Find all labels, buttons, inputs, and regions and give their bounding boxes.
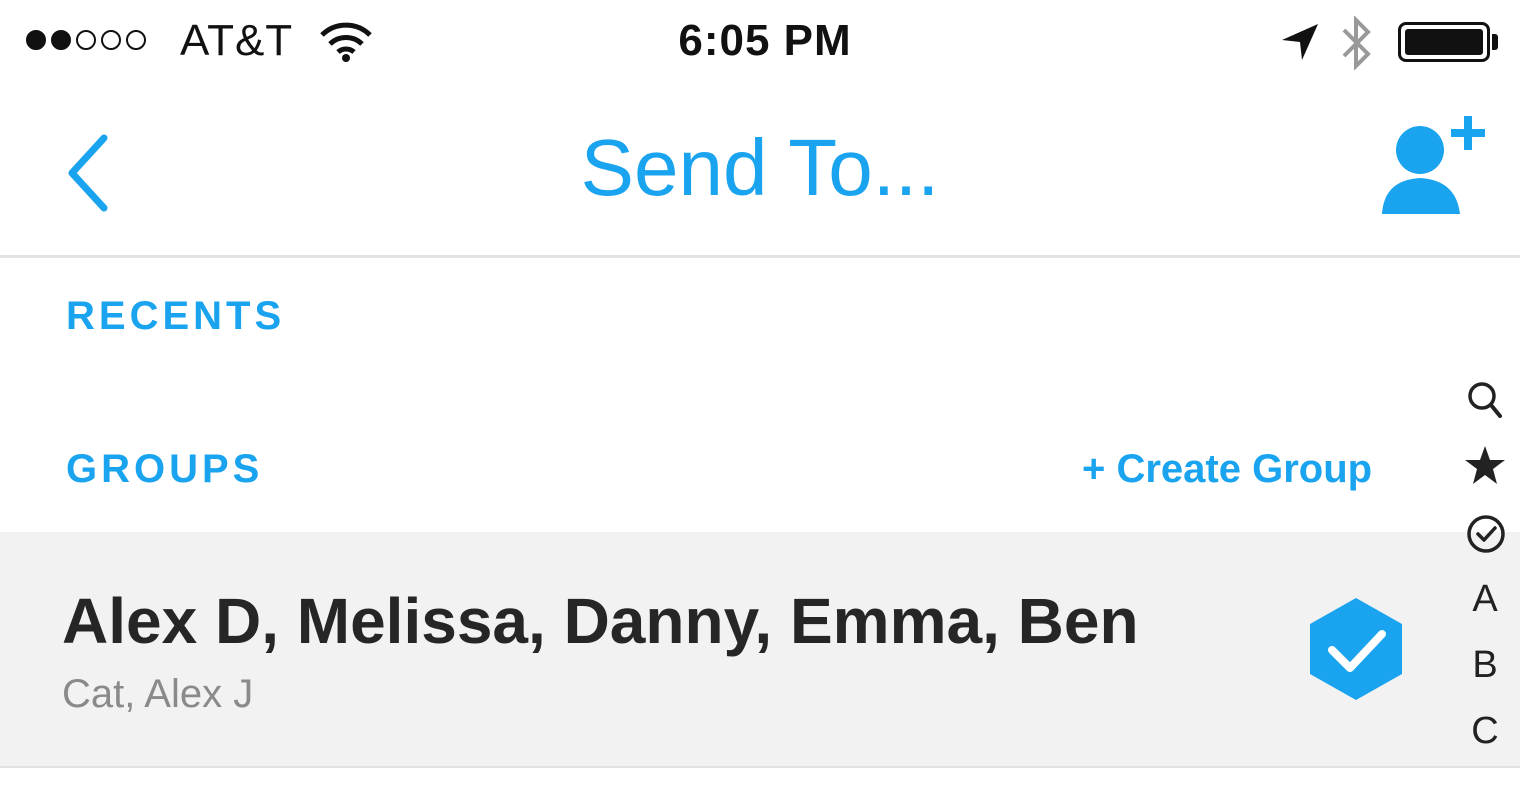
selected-check-icon[interactable] (1302, 594, 1410, 704)
group-more-members: Cat, Alex J (62, 672, 254, 716)
star-icon[interactable] (1450, 442, 1520, 490)
nav-bar: Send To... (0, 84, 1520, 258)
send-to-screen: AT&T 6:05 PM Send To... RECENTS GROUPS +… (0, 0, 1520, 788)
index-letter-b[interactable]: B (1450, 644, 1520, 687)
bluetooth-icon (1342, 16, 1371, 70)
index-letter-a[interactable]: A (1450, 578, 1520, 621)
recents-header: RECENTS (66, 294, 286, 338)
index-letter-c[interactable]: C (1450, 710, 1520, 753)
group-list-item[interactable]: Alex D, Melissa, Danny, Emma, Ben Cat, A… (0, 532, 1520, 768)
create-group-button[interactable]: + Create Group (1082, 447, 1372, 492)
location-arrow-icon (1282, 24, 1318, 60)
battery-tip (1492, 34, 1498, 50)
check-circle-icon[interactable] (1450, 510, 1520, 558)
group-member-names: Alex D, Melissa, Danny, Emma, Ben (62, 585, 1139, 657)
add-friend-icon[interactable] (1372, 114, 1492, 218)
search-icon[interactable] (1450, 372, 1520, 428)
index-bar[interactable]: A B C (1450, 372, 1520, 788)
next-list-item[interactable] (0, 770, 1520, 788)
status-bar: AT&T 6:05 PM (0, 0, 1520, 84)
page-title: Send To... (580, 123, 940, 212)
groups-header: GROUPS (66, 447, 264, 491)
battery-icon (1398, 22, 1490, 62)
